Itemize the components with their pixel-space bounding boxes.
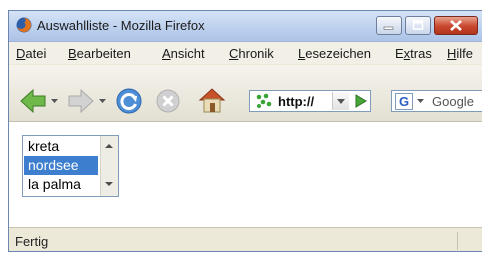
firefox-icon bbox=[16, 17, 32, 33]
svg-text:G: G bbox=[399, 94, 409, 109]
minimize-button[interactable] bbox=[376, 16, 402, 35]
status-text: Fertig bbox=[15, 234, 49, 249]
title-bar: Auswahlliste - Mozilla Firefox bbox=[9, 11, 482, 42]
home-icon[interactable] bbox=[197, 86, 227, 114]
list-option-kreta[interactable]: kreta bbox=[24, 137, 98, 156]
status-bar: Fertig bbox=[9, 227, 482, 251]
close-button[interactable] bbox=[434, 16, 478, 35]
status-divider bbox=[457, 232, 458, 250]
menu-bar: Datei Bearbeiten Ansicht Chronik Lesezei… bbox=[9, 42, 482, 64]
google-icon[interactable]: G bbox=[395, 93, 413, 110]
menu-chronik[interactable]: Chronik bbox=[229, 46, 274, 61]
search-bar[interactable]: G Google bbox=[391, 90, 482, 112]
reload-icon[interactable] bbox=[115, 87, 143, 115]
list-option-nordsee[interactable]: nordsee bbox=[24, 156, 98, 175]
menu-ansicht[interactable]: Ansicht bbox=[162, 46, 205, 61]
chevron-down-icon bbox=[337, 99, 345, 104]
url-text[interactable]: http:// bbox=[278, 94, 314, 109]
maximize-icon bbox=[412, 20, 424, 30]
minimize-icon bbox=[383, 26, 394, 30]
select-listbox[interactable]: kreta nordsee la palma bbox=[22, 135, 119, 197]
close-icon bbox=[450, 20, 462, 31]
forward-dropdown-icon[interactable] bbox=[98, 98, 107, 104]
page-content: kreta nordsee la palma bbox=[9, 122, 482, 227]
list-option-la-palma[interactable]: la palma bbox=[24, 175, 98, 194]
listbox-scrollbar[interactable] bbox=[100, 136, 118, 196]
forward-arrow-icon[interactable] bbox=[67, 87, 95, 115]
url-history-dropdown[interactable] bbox=[332, 92, 349, 110]
url-bar[interactable]: http:// bbox=[249, 90, 371, 112]
stop-icon[interactable] bbox=[155, 88, 181, 114]
browser-window: Auswahlliste - Mozilla Firefox Datei Bea… bbox=[8, 10, 482, 252]
menu-extras[interactable]: Extras bbox=[395, 46, 432, 61]
scroll-down-icon[interactable] bbox=[105, 182, 113, 186]
go-arrow-icon[interactable] bbox=[351, 92, 369, 110]
menu-hilfe[interactable]: Hilfe bbox=[447, 46, 473, 61]
back-arrow-icon[interactable] bbox=[19, 87, 47, 115]
search-engine-dropdown-icon[interactable] bbox=[416, 98, 425, 104]
navigation-toolbar: http:// G Google bbox=[9, 65, 482, 122]
back-dropdown-icon[interactable] bbox=[50, 98, 59, 104]
site-identity-icon[interactable] bbox=[255, 93, 273, 109]
search-input[interactable]: Google bbox=[432, 94, 474, 109]
window-title: Auswahlliste - Mozilla Firefox bbox=[37, 18, 205, 33]
menu-datei[interactable]: Datei bbox=[16, 46, 46, 61]
menu-lesezeichen[interactable]: Lesezeichen bbox=[298, 46, 371, 61]
maximize-button[interactable] bbox=[405, 16, 431, 35]
scroll-up-icon[interactable] bbox=[105, 144, 113, 148]
menu-bearbeiten[interactable]: Bearbeiten bbox=[68, 46, 131, 61]
